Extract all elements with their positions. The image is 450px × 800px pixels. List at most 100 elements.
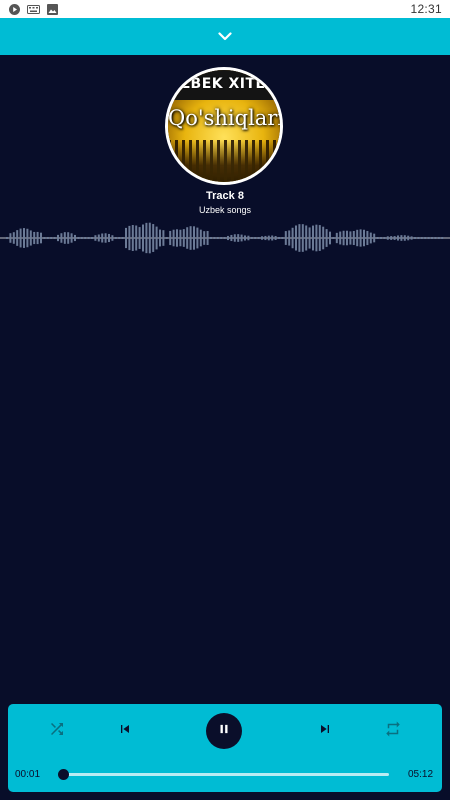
visualizer-bar [264,235,267,241]
visualizer-bar [87,237,90,239]
visualizer-bar [206,231,209,245]
visualizer-bar [165,237,168,239]
visualizer-bar [74,234,76,242]
collapse-button[interactable] [210,22,240,52]
visualizer-bar [182,229,185,247]
visualizer-bar [57,234,59,242]
visualizer-bar [104,233,107,243]
visualizer-bar [342,230,345,246]
visualizer-bar [332,237,335,239]
visualizer-bar [417,237,420,239]
total-duration: 05:12 [408,769,434,780]
visualizer-bar [152,224,155,252]
visualizer-bar [250,237,253,239]
visualizer-bar [390,236,393,240]
visualizer-bar [288,230,291,246]
visualizer-bar [29,230,32,246]
visualizer-bar [240,234,243,242]
visualizer-bar [131,225,134,251]
visualizer-bar [203,231,206,245]
visualizer-bar [43,237,46,239]
visualizer-bar [274,236,277,240]
visualizer-bar [386,236,389,240]
status-bar: 12:31 [0,0,450,18]
visualizer-bar [77,237,80,239]
visualizer-bar [410,236,413,240]
repeat-icon [384,720,402,743]
visualizer-bar [308,227,311,249]
visualizer-bar [50,237,53,239]
visualizer-bar [301,224,304,252]
visualizer-bar [284,231,287,245]
pause-button[interactable] [206,713,242,749]
next-button[interactable] [310,716,340,746]
visualizer-bar [101,233,104,243]
visualizer-bar [189,226,192,250]
visualizer-bar [128,225,131,251]
visualizer-bar [363,229,365,247]
visualizer-bar [305,225,308,251]
visualizer-bar [84,237,87,239]
visualizer-bar [322,226,325,250]
shuffle-button[interactable] [42,716,72,746]
visualizer-bar [138,227,141,249]
visualizer-bar [403,235,406,241]
visualizer-bar [23,228,25,248]
visualizer-bar [97,234,100,242]
visualizer-bar [12,232,15,244]
visualizer-bar [400,235,403,241]
visualizer-bar [63,232,66,244]
album-art-banner: UZBEK XITLAR [168,76,280,92]
visualizer-bar [142,224,144,252]
seek-bar[interactable] [57,769,389,780]
visualizer-bar [162,230,165,246]
visualizer-bar [281,237,284,239]
visualizer-bar [397,235,399,241]
visualizer-bar [434,237,437,239]
visualizer-bar [186,227,189,249]
visualizer-bar [176,229,178,247]
previous-button[interactable] [110,716,140,746]
audio-visualizer [0,222,450,254]
visualizer-bar [271,235,274,241]
visualizer-bar [383,237,386,239]
visualizer-bar [94,235,97,241]
visualizer-bar [196,227,199,249]
visualizer-bar [244,235,246,241]
visualizer-bar [193,226,195,250]
visualizer-bar [213,237,216,239]
visualizer-bar [437,237,440,239]
track-title: Track 8 [206,190,244,202]
visualizer-bar [369,232,372,244]
visualizer-bar [155,226,158,250]
visualizer-bar [291,227,294,249]
visualizer-bar [414,237,416,239]
track-artist: Uzbek songs [198,205,252,215]
visualizer-bar [199,229,202,247]
visualizer-bar [33,231,36,245]
visualizer-bar [40,232,42,244]
visualizer-bar [111,235,114,241]
visualizer-bar [315,224,318,252]
seek-bar-thumb[interactable] [57,769,69,780]
visualizer-bar [36,231,39,245]
album-art-title: Qo'shiqlari [168,106,280,130]
visualizer-bar [233,234,236,242]
visualizer-bar [356,229,359,247]
top-bar [0,18,450,55]
visualizer-bar [441,237,444,239]
visualizer-bar [220,237,223,239]
visualizer-bar [227,235,229,241]
visualizer-bar [159,229,161,247]
visualizer-bar [366,230,369,246]
player-controls: 00:01 05:12 [8,704,442,792]
visualizer-bar [247,235,250,241]
visualizer-bar [169,230,172,246]
play-circle-icon [8,3,21,15]
repeat-button[interactable] [378,716,408,746]
notification-icons [8,3,59,15]
visualizer-bar [318,225,321,251]
visualizer-bar [210,237,212,239]
visualizer-bar [424,237,427,239]
visualizer-bar [108,233,110,243]
